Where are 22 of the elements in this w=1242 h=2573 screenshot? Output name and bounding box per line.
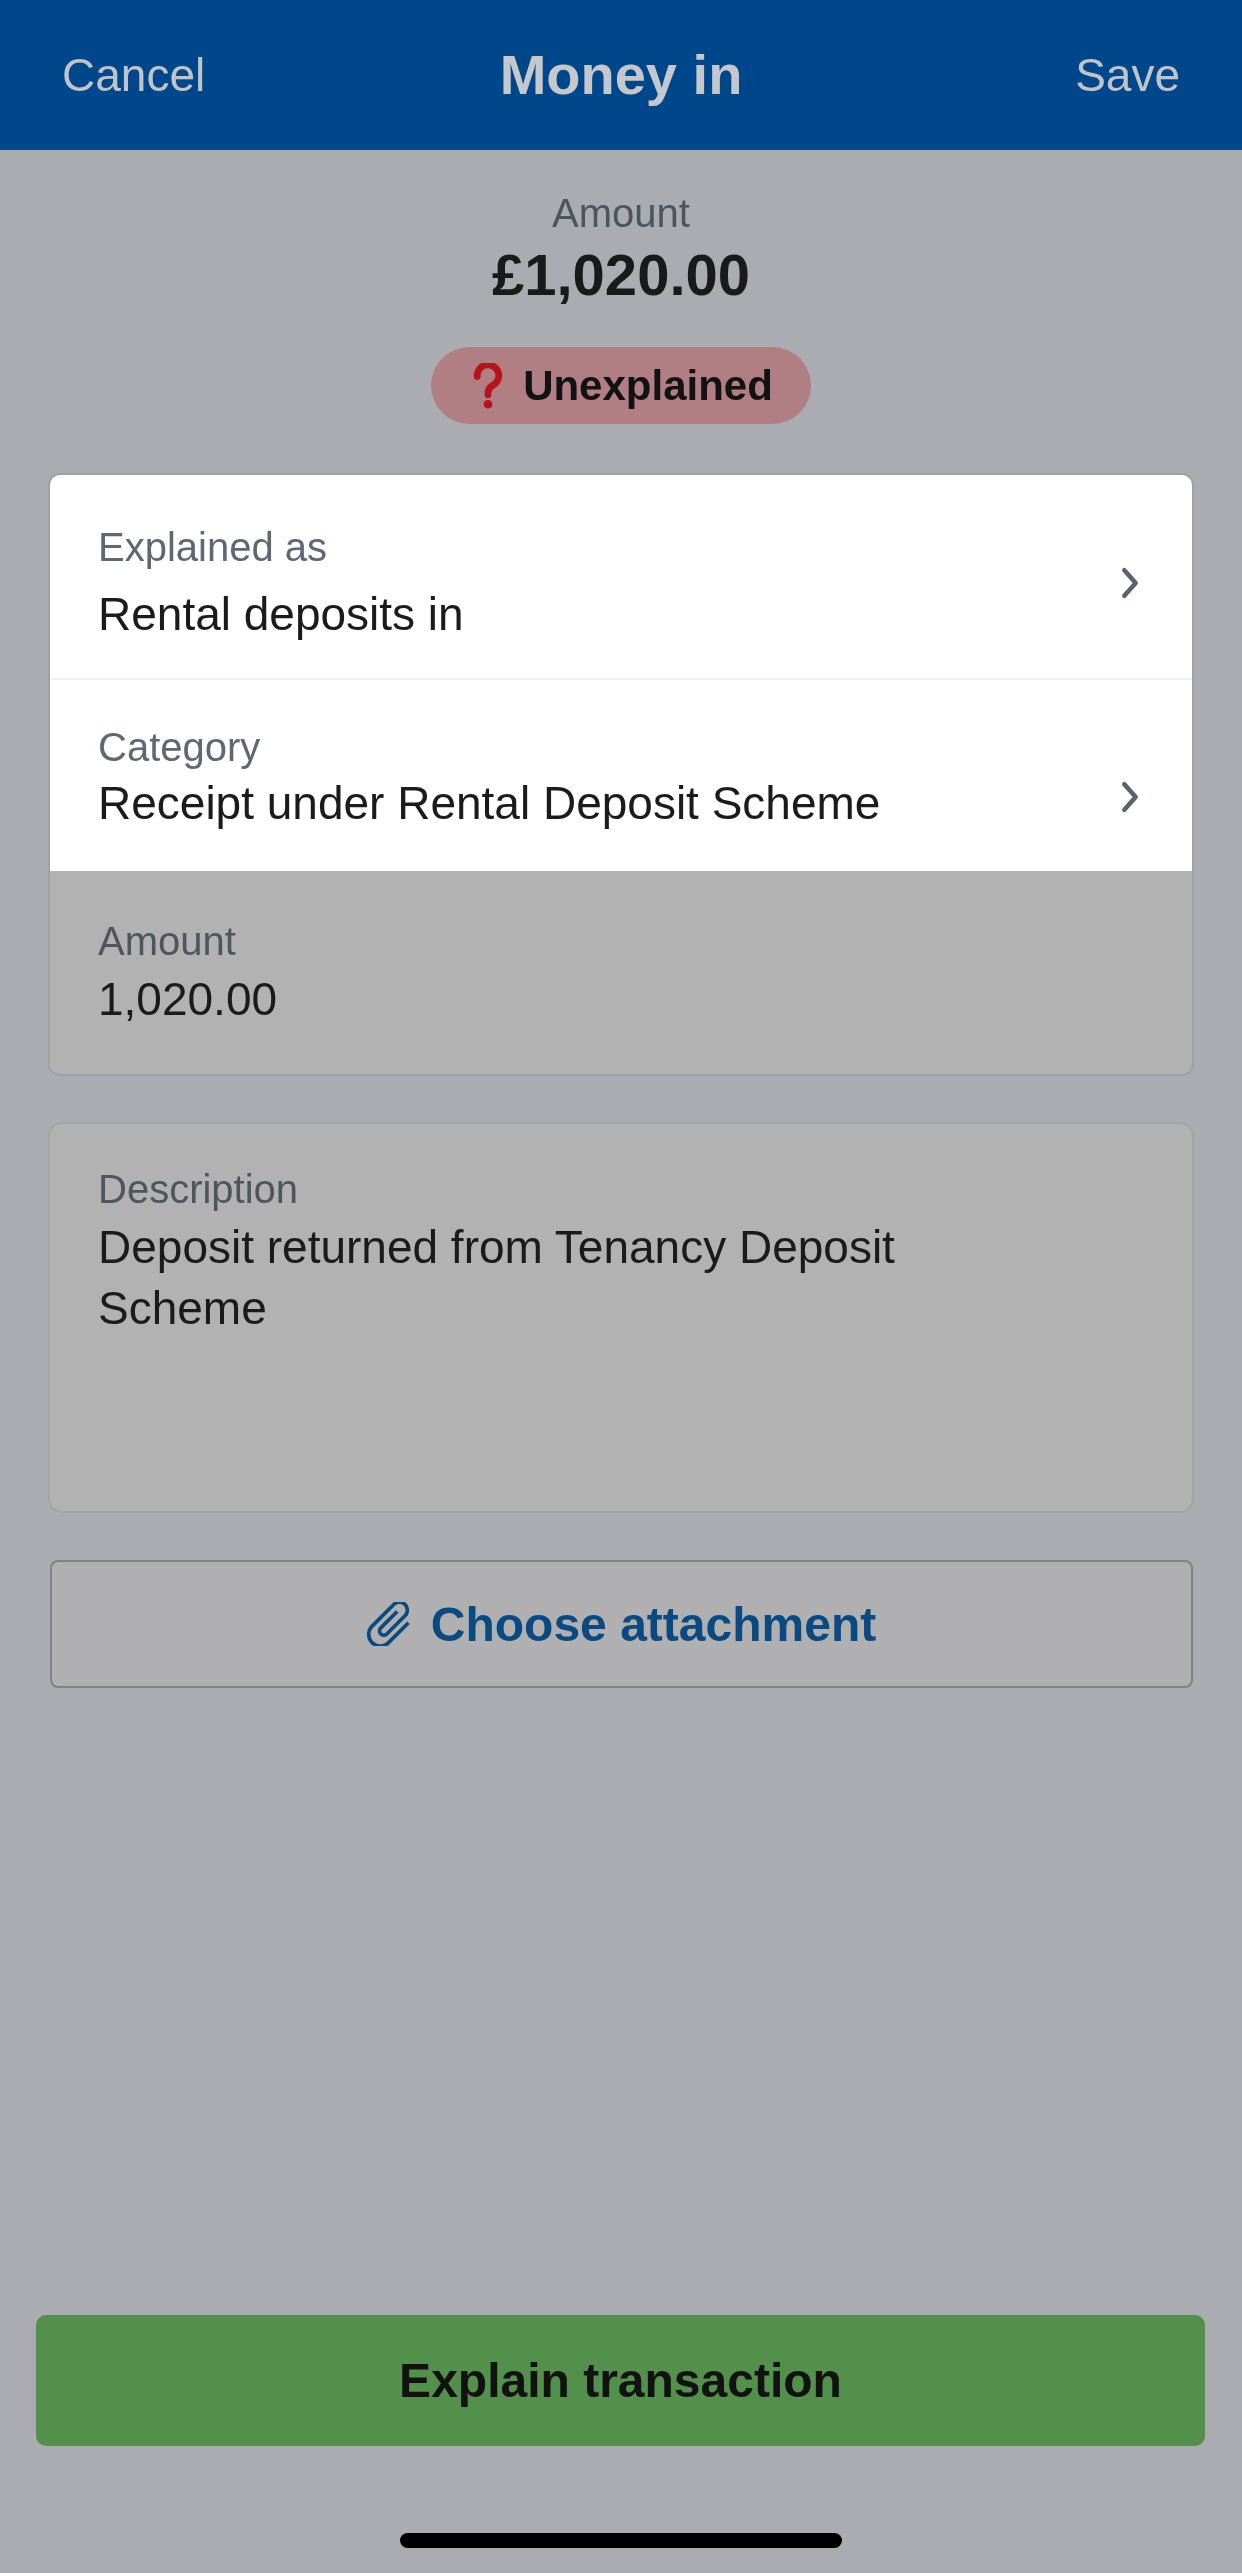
amount-total: £1,020.00 (492, 242, 750, 308)
detail-row[interactable]: Category Receipt under Rental Deposit Scheme (50, 678, 1192, 871)
amount-label: Amount (552, 190, 690, 237)
row-value: Rental deposits in (98, 587, 465, 642)
status-text: Unexplained (523, 360, 773, 411)
chevron-icon (1120, 565, 1140, 600)
description-label: Description (98, 1166, 300, 1213)
detail-row[interactable]: Explained as Rental deposits in (50, 475, 1192, 678)
save-button[interactable]: Save (1075, 47, 1180, 103)
cancel-button[interactable]: Cancel (62, 47, 206, 103)
description-text: Deposit returned from Tenancy Deposit Scheme (98, 1220, 896, 1336)
chevron-icon (1120, 780, 1140, 814)
row-value: Receipt under Rental Deposit Scheme (98, 776, 882, 831)
explain-transaction-button[interactable]: Explain transaction (36, 2315, 1205, 2446)
screen-title: Money in (499, 42, 743, 108)
paperclip-icon (366, 1602, 411, 1646)
row-value: 1,020.00 (98, 972, 279, 1027)
row-label: Explained as (98, 524, 329, 571)
choose-attachment-button[interactable]: Choose attachment (50, 1560, 1193, 1688)
row-label: Amount (98, 918, 237, 965)
row-label: Category (98, 724, 262, 771)
description-field[interactable]: Description Deposit returned from Tenancy Deposit Scheme (48, 1122, 1194, 1513)
